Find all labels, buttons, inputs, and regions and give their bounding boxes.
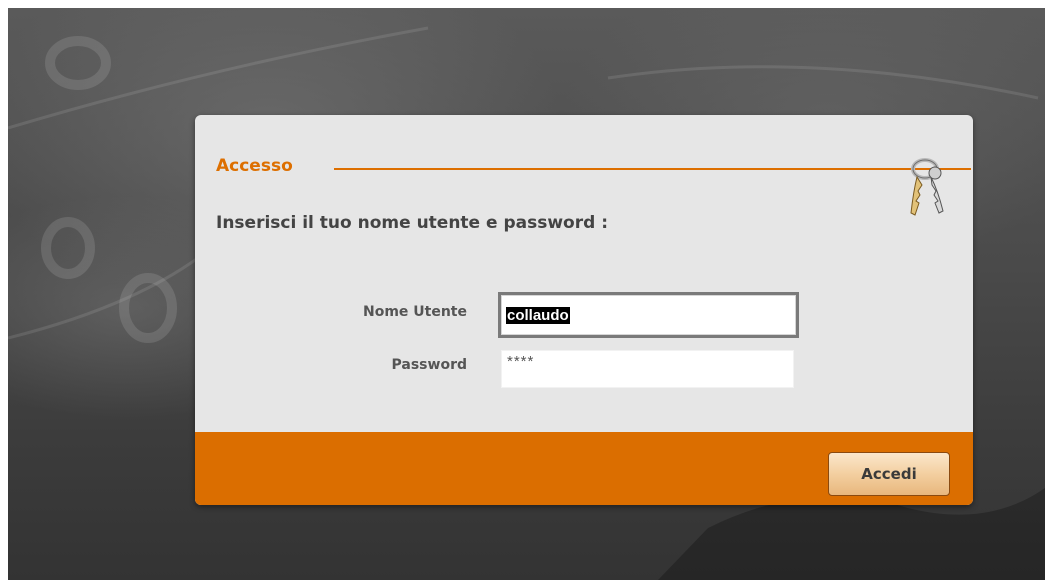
password-label: Password <box>391 357 467 373</box>
password-value: **** <box>507 353 535 370</box>
username-input[interactable]: collaudo <box>498 292 799 338</box>
keys-icon <box>910 158 944 216</box>
dialog-title: Accesso <box>216 156 293 176</box>
header-divider <box>334 168 971 170</box>
password-input[interactable]: **** <box>501 350 794 388</box>
dialog-footer: Accedi <box>195 432 973 505</box>
login-instruction: Inserisci il tuo nome utente e password … <box>216 213 608 233</box>
login-background: Accesso Inserisci il tuo nome utente e p… <box>8 8 1045 580</box>
username-value: collaudo <box>506 306 570 324</box>
login-dialog: Accesso Inserisci il tuo nome utente e p… <box>195 115 973 505</box>
username-label: Nome Utente <box>362 304 467 320</box>
login-button[interactable]: Accedi <box>828 452 950 496</box>
dialog-header: Accesso <box>216 155 971 179</box>
